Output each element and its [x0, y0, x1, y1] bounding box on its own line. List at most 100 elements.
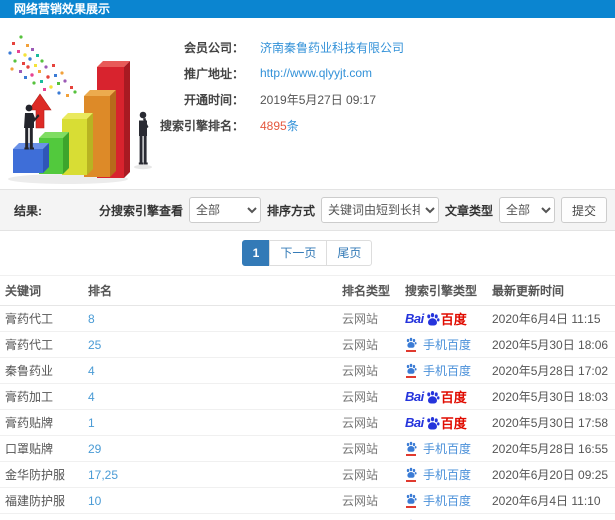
- keyword-cell: 秦鲁药业: [5, 364, 54, 378]
- page-1-button[interactable]: 1: [241, 240, 271, 266]
- mobile-baidu-underline: [406, 376, 416, 378]
- rank-type-cell: 云网站: [342, 364, 379, 378]
- table-row: 福建防护服 10 云网站 Bai 百度: [0, 487, 615, 513]
- page-title: 网络营销效果展示: [14, 2, 111, 16]
- mobile-baidu-icon: 手机百度: [405, 362, 471, 379]
- keyword-cell: 膏药贴牌: [5, 416, 54, 430]
- header-engine-type: 搜索引擎类型: [405, 284, 478, 298]
- mobile-baidu-paw-icon: [406, 467, 417, 478]
- rank-link[interactable]: 4: [88, 390, 342, 404]
- keyword-cell: 膏药代工: [5, 338, 54, 352]
- mobile-baidu-paw-icon: [406, 441, 417, 452]
- rank-count-label: 搜索引擎排名：: [159, 118, 244, 133]
- engine-cell: Bai 百度 手机百度: [405, 466, 492, 483]
- baidu-logo-icon: Bai 百度: [405, 389, 467, 405]
- engine-cell: Bai 百度 手机百度: [405, 362, 492, 379]
- mobile-baidu-underline: [406, 454, 416, 456]
- url-label: 推广地址：: [183, 66, 244, 81]
- info-section: 会员公司： 济南秦鲁药业科技有限公司 推广地址： http://www.qlyy…: [0, 18, 615, 189]
- engine-cell: Bai 百度 手机百度: [405, 413, 492, 432]
- table-row: 口罩贴牌 29 云网站 Bai 百度: [0, 435, 615, 461]
- submit-button[interactable]: 提交: [560, 197, 607, 223]
- header-update-time: 最新更新时间: [492, 284, 565, 298]
- table-header-row: 关键词 排名 排名类型 搜索引擎类型 最新更新时间: [0, 275, 615, 305]
- next-page-button[interactable]: 下一页: [269, 240, 328, 266]
- mobile-baidu-underline: [406, 350, 416, 352]
- rank-link[interactable]: 4: [88, 364, 342, 378]
- update-time-cell: 2020年6月4日 11:15: [492, 312, 601, 326]
- mobile-baidu-paw-icon: [406, 363, 417, 374]
- info-row-company: 会员公司： 济南秦鲁药业科技有限公司: [148, 34, 404, 60]
- header-keyword: 关键词: [5, 284, 42, 298]
- mobile-baidu-icon: 手机百度: [405, 440, 471, 457]
- mobile-baidu-label: 手机百度: [423, 468, 472, 482]
- engine-filter-select[interactable]: 全部: [188, 197, 261, 223]
- filter-controls: 分搜索引擎查看 全部 排序方式 关键词由短到长排序 文章类型 全部 提交: [99, 197, 607, 223]
- table-row: 膏药贴牌 1 云网站 Bai 百度 2020年5月30日 17:58: [0, 409, 615, 435]
- last-page-button[interactable]: 尾页: [326, 240, 373, 266]
- mobile-baidu-icon: 手机百度: [405, 492, 471, 509]
- table-row: 膏药代工 25 云网站 Bai 百度: [0, 331, 615, 357]
- filter-bar: 结果: 分搜索引擎查看 全部 排序方式 关键词由短到长排序 文章类型 全部 提交: [0, 189, 615, 231]
- mobile-baidu-icon: 手机百度: [405, 336, 471, 353]
- mobile-baidu-icon: 手机百度: [405, 466, 471, 483]
- result-label: 结果:: [14, 203, 42, 218]
- info-row-opentime: 开通时间： 2019年5月27日 09:17: [148, 86, 404, 112]
- mobile-baidu-label: 手机百度: [423, 442, 472, 456]
- rank-link[interactable]: 8: [88, 312, 342, 326]
- rank-type-cell: 云网站: [342, 416, 379, 430]
- engine-filter-label: 分搜索引擎查看: [98, 203, 183, 218]
- mobile-baidu-label: 手机百度: [423, 494, 472, 508]
- baidu-paw-icon: [426, 391, 440, 404]
- keyword-cell: 金华防护服: [5, 468, 66, 482]
- info-row-url: 推广地址： http://www.qlyyjt.com: [148, 60, 404, 86]
- info-row-rankcount: 搜索引擎排名： 4895条: [148, 112, 404, 138]
- header-rank: 排名: [88, 284, 113, 298]
- update-time-cell: 2020年5月30日 18:06: [492, 338, 609, 352]
- engine-cell: Bai 百度 手机百度: [405, 336, 492, 353]
- rank-count-unit: 条: [286, 118, 299, 133]
- company-info: 会员公司： 济南秦鲁药业科技有限公司 推广地址： http://www.qlyy…: [148, 34, 404, 138]
- update-time-cell: 2020年5月28日 16:55: [492, 442, 609, 456]
- keyword-cell: 膏药代工: [5, 312, 54, 326]
- table-row: Bai 百度 手机百度: [0, 513, 615, 520]
- rank-link[interactable]: 25: [88, 338, 342, 352]
- rank-link[interactable]: 1: [88, 416, 342, 430]
- update-time-cell: 2020年6月20日 09:25: [492, 468, 609, 482]
- update-time-cell: 2020年5月30日 17:58: [492, 416, 609, 430]
- rank-type-cell: 云网站: [342, 468, 379, 482]
- keyword-cell: 福建防护服: [5, 494, 66, 508]
- rank-type-cell: 云网站: [342, 442, 379, 456]
- engine-cell: Bai 百度 手机百度: [405, 492, 492, 509]
- open-time-label: 开通时间：: [183, 92, 244, 107]
- mobile-baidu-underline: [406, 480, 416, 482]
- update-time-cell: 2020年5月30日 18:03: [492, 390, 609, 404]
- chart-illustration: [8, 35, 152, 184]
- mobile-baidu-label: 手机百度: [423, 364, 472, 378]
- baidu-paw-icon: [426, 417, 440, 430]
- article-type-label: 文章类型: [444, 203, 493, 218]
- update-time-cell: 2020年6月4日 11:10: [492, 494, 601, 508]
- rank-link[interactable]: 10: [88, 494, 342, 508]
- rank-type-cell: 云网站: [342, 312, 379, 326]
- sort-filter-select[interactable]: 关键词由短到长排序: [320, 197, 439, 223]
- mobile-baidu-label: 手机百度: [423, 338, 472, 352]
- promotion-url-link[interactable]: http://www.qlyyjt.com: [260, 66, 372, 80]
- open-time-value: 2019年5月27日 09:17: [260, 92, 377, 107]
- pagination: 1 下一页 尾页: [0, 240, 615, 266]
- company-link[interactable]: 济南秦鲁药业科技有限公司: [260, 39, 404, 56]
- rank-count-number: 4895: [260, 118, 287, 133]
- rank-count-value: 4895条: [260, 117, 299, 134]
- table-row: 秦鲁药业 4 云网站 Bai 百度: [0, 357, 615, 383]
- rank-type-cell: 云网站: [342, 494, 379, 508]
- table-row: 膏药加工 4 云网站 Bai 百度 2020年5月30日 18:03: [0, 383, 615, 409]
- rank-link[interactable]: 29: [88, 442, 342, 456]
- article-type-select[interactable]: 全部: [498, 197, 555, 223]
- results-table: 关键词 排名 排名类型 搜索引擎类型 最新更新时间 膏药代工 8 云网站 Bai…: [0, 275, 615, 520]
- rank-link[interactable]: 17,25: [88, 468, 342, 482]
- engine-cell: Bai 百度 手机百度: [405, 440, 492, 457]
- mobile-baidu-paw-icon: [406, 493, 417, 504]
- baidu-logo-icon: Bai 百度: [405, 311, 467, 327]
- baidu-paw-icon: [426, 313, 440, 326]
- rank-type-cell: 云网站: [342, 390, 379, 404]
